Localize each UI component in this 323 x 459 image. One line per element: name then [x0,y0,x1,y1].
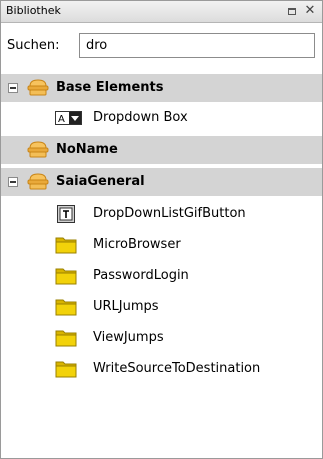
search-label: Suchen: [7,38,60,53]
category-icon [27,141,49,158]
item-label: DropDownListGifButton [93,206,246,221]
category-label: NoName [56,142,118,157]
tree-category-base-elements[interactable]: Base Elements [1,74,322,102]
item-label: Dropdown Box [93,110,188,125]
folder-icon [55,361,77,378]
item-label: WriteSourceToDestination [93,361,261,376]
tree-category-saiageneral[interactable]: SaiaGeneral [1,168,322,196]
maximize-icon[interactable] [285,4,299,18]
collapse-toggle[interactable] [8,177,18,187]
textbox-icon [57,205,75,223]
category-label: Base Elements [56,80,164,95]
tree-item-dropdown-box[interactable]: A Dropdown Box [1,104,322,132]
tree-item-writesourcetodestination[interactable]: WriteSourceToDestination [1,355,322,383]
dropdown-icon: A [55,111,82,125]
panel-title: Bibliothek [6,4,61,17]
category-icon [27,173,49,190]
folder-icon [55,299,77,316]
folder-icon [55,268,77,285]
tree-category-noname[interactable]: NoName [1,136,322,164]
search-row: Suchen: [1,31,322,61]
panel-titlebar[interactable]: Bibliothek ✕ [1,1,322,23]
item-label: URLJumps [93,299,159,314]
category-icon [27,79,49,96]
item-label: ViewJumps [93,330,164,345]
tree-item-dropdownlistgifbutton[interactable]: DropDownListGifButton [1,200,322,228]
close-icon[interactable]: ✕ [303,4,317,18]
category-label: SaiaGeneral [56,174,145,189]
folder-icon [55,237,77,254]
tree-item-microbrowser[interactable]: MicroBrowser [1,231,322,259]
item-label: MicroBrowser [93,237,181,252]
tree-item-passwordlogin[interactable]: PasswordLogin [1,262,322,290]
tree-item-viewjumps[interactable]: ViewJumps [1,324,322,352]
tree-item-urljumps[interactable]: URLJumps [1,293,322,321]
collapse-toggle[interactable] [8,83,18,93]
library-panel: Bibliothek ✕ Suchen: Base Elements A [0,0,323,459]
svg-text:A: A [58,114,65,125]
folder-icon [55,330,77,347]
item-label: PasswordLogin [93,268,189,283]
search-input[interactable] [79,33,315,58]
